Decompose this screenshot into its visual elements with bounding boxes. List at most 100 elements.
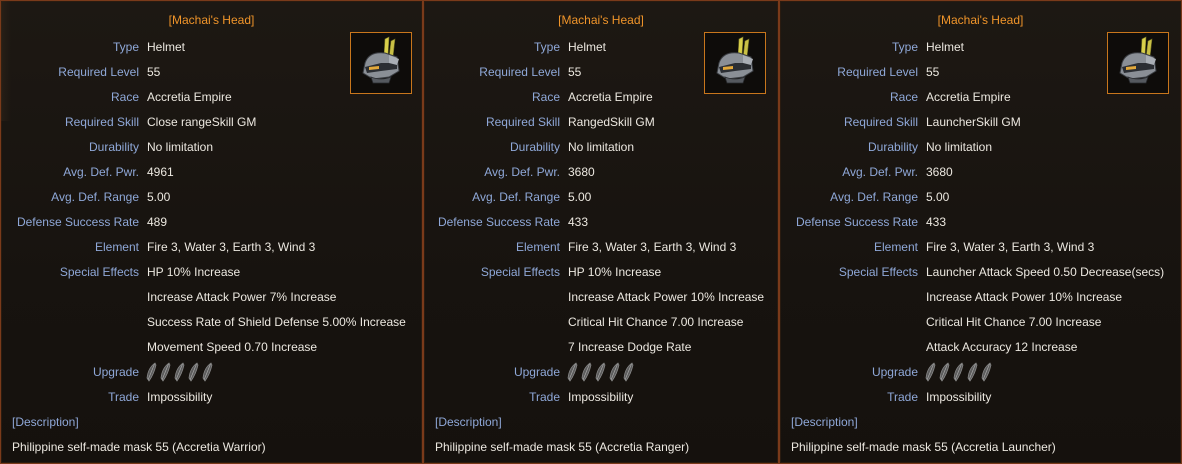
label-race: Race — [889, 90, 918, 104]
description-text: Philippine self-made mask 55 (Accretia L… — [791, 440, 1056, 454]
stat-row-def-rate: Defense Success Rate 433 — [780, 214, 1181, 230]
stat-row-def-range: Avg. Def. Range 5.00 — [780, 189, 1181, 205]
stat-row-durability: Durability No limitation — [424, 139, 778, 155]
stat-row-level: Required Level 55 — [780, 64, 1181, 80]
feather-icon — [566, 362, 579, 386]
label-special-effects: Special Effects — [838, 265, 918, 279]
special-effect: Attack Accuracy 12 Increase — [926, 340, 1078, 354]
label-special-effects: Special Effects — [480, 265, 560, 279]
label-def-pwr: Avg. Def. Pwr. — [842, 165, 918, 179]
description-row: Philippine self-made mask 55 (Accretia W… — [1, 439, 422, 455]
value-level: 55 — [568, 65, 582, 79]
stat-row-durability: Durability No limitation — [1, 139, 422, 155]
stat-row-trade: Trade Impossibility — [1, 389, 422, 405]
special-effect-row: Attack Accuracy 12 Increase — [780, 339, 1181, 355]
description-header-row: [Description] — [780, 414, 1181, 430]
item-title: [Machai's Head] — [558, 13, 644, 27]
value-def-pwr: 4961 — [147, 165, 174, 179]
stat-row-trade: Trade Impossibility — [424, 389, 778, 405]
label-skill: Required Skill — [843, 115, 918, 129]
stat-row-element: Element Fire 3, Water 3, Earth 3, Wind 3 — [424, 239, 778, 255]
feather-icon — [608, 362, 621, 386]
value-race: Accretia Empire — [568, 90, 653, 104]
special-effect: Success Rate of Shield Defense 5.00% Inc… — [147, 315, 406, 329]
special-effect-row: Special Effects HP 10% Increase — [424, 264, 778, 280]
special-effect-row: Special Effects Launcher Attack Speed 0.5… — [780, 264, 1181, 280]
special-effect: Critical Hit Chance 7.00 Increase — [926, 315, 1102, 329]
label-def-rate: Defense Success Rate — [437, 215, 560, 229]
value-type: Helmet — [568, 40, 607, 54]
stat-row-level: Required Level 55 — [424, 64, 778, 80]
stat-row-def-rate: Defense Success Rate 489 — [1, 214, 422, 230]
stat-row-skill: Required Skill LauncherSkill GM — [780, 114, 1181, 130]
description-text: Philippine self-made mask 55 (Accretia R… — [435, 440, 690, 454]
label-trade: Trade — [529, 390, 560, 404]
value-trade: Impossibility — [568, 390, 634, 404]
stat-row-def-pwr: Avg. Def. Pwr. 3680 — [780, 164, 1181, 180]
value-def-pwr: 3680 — [568, 165, 595, 179]
special-effect-row: Increase Attack Power 10% Increase — [424, 289, 778, 305]
value-element: Fire 3, Water 3, Earth 3, Wind 3 — [147, 240, 316, 254]
label-type: Type — [533, 40, 560, 54]
value-element: Fire 3, Water 3, Earth 3, Wind 3 — [568, 240, 737, 254]
special-effect-row: Movement Speed 0.70 Increase — [1, 339, 422, 355]
value-def-rate: 489 — [147, 215, 168, 229]
value-def-pwr: 3680 — [926, 165, 953, 179]
special-effect: 7 Increase Dodge Rate — [568, 340, 692, 354]
stat-row-def-pwr: Avg. Def. Pwr. 3680 — [424, 164, 778, 180]
upgrade-slots — [566, 362, 635, 386]
special-effect-row: Success Rate of Shield Defense 5.00% Inc… — [1, 314, 422, 330]
description-header: [Description] — [435, 415, 502, 429]
feather-icon — [594, 362, 607, 386]
label-def-range: Avg. Def. Range — [472, 190, 560, 204]
label-def-rate: Defense Success Rate — [16, 215, 139, 229]
value-def-range: 5.00 — [926, 190, 950, 204]
label-skill: Required Skill — [485, 115, 560, 129]
stat-row-skill: Required Skill RangedSkill GM — [424, 114, 778, 130]
value-type: Helmet — [926, 40, 965, 54]
feather-icon — [924, 362, 937, 386]
item-tooltip-ranger: [Machai's Head] Type Helmet Required Level… — [423, 0, 779, 464]
label-upgrade: Upgrade — [871, 365, 918, 379]
feather-icon — [952, 362, 965, 386]
value-skill: LauncherSkill GM — [926, 115, 1021, 129]
feather-icon — [201, 362, 214, 386]
special-effect: HP 10% Increase — [147, 265, 241, 279]
label-def-pwr: Avg. Def. Pwr. — [484, 165, 560, 179]
label-upgrade: Upgrade — [513, 365, 560, 379]
stat-row-durability: Durability No limitation — [780, 139, 1181, 155]
upgrade-row: Upgrade — [780, 362, 1181, 382]
special-effect-row: Increase Attack Power 7% Increase — [1, 289, 422, 305]
special-effect: HP 10% Increase — [568, 265, 662, 279]
special-effect-row: Critical Hit Chance 7.00 Increase — [424, 314, 778, 330]
feather-icon — [580, 362, 593, 386]
feather-icon — [966, 362, 979, 386]
value-level: 55 — [926, 65, 940, 79]
label-type: Type — [112, 40, 139, 54]
label-element: Element — [515, 240, 560, 254]
label-skill: Required Skill — [64, 115, 139, 129]
feather-icon — [622, 362, 635, 386]
label-durability: Durability — [867, 140, 918, 154]
description-header-row: [Description] — [1, 414, 422, 430]
value-type: Helmet — [147, 40, 186, 54]
upgrade-slots — [145, 362, 214, 386]
special-effect: Movement Speed 0.70 Increase — [147, 340, 318, 354]
special-effect: Critical Hit Chance 7.00 Increase — [568, 315, 744, 329]
feather-icon — [187, 362, 200, 386]
value-race: Accretia Empire — [147, 90, 232, 104]
feather-icon — [980, 362, 993, 386]
stat-row-type: Type Helmet — [1, 39, 422, 55]
item-tooltip-warrior: [Machai's Head] Type Helmet Required Level… — [0, 0, 423, 464]
value-durability: No limitation — [926, 140, 993, 154]
stat-row-def-rate: Defense Success Rate 433 — [424, 214, 778, 230]
value-skill: RangedSkill GM — [568, 115, 655, 129]
label-def-range: Avg. Def. Range — [51, 190, 139, 204]
description-row: Philippine self-made mask 55 (Accretia L… — [780, 439, 1181, 455]
label-type: Type — [891, 40, 918, 54]
label-trade: Trade — [108, 390, 139, 404]
label-def-rate: Defense Success Rate — [795, 215, 918, 229]
label-special-effects: Special Effects — [59, 265, 139, 279]
special-effect-row: Critical Hit Chance 7.00 Increase — [780, 314, 1181, 330]
label-level: Required Level — [837, 65, 918, 79]
